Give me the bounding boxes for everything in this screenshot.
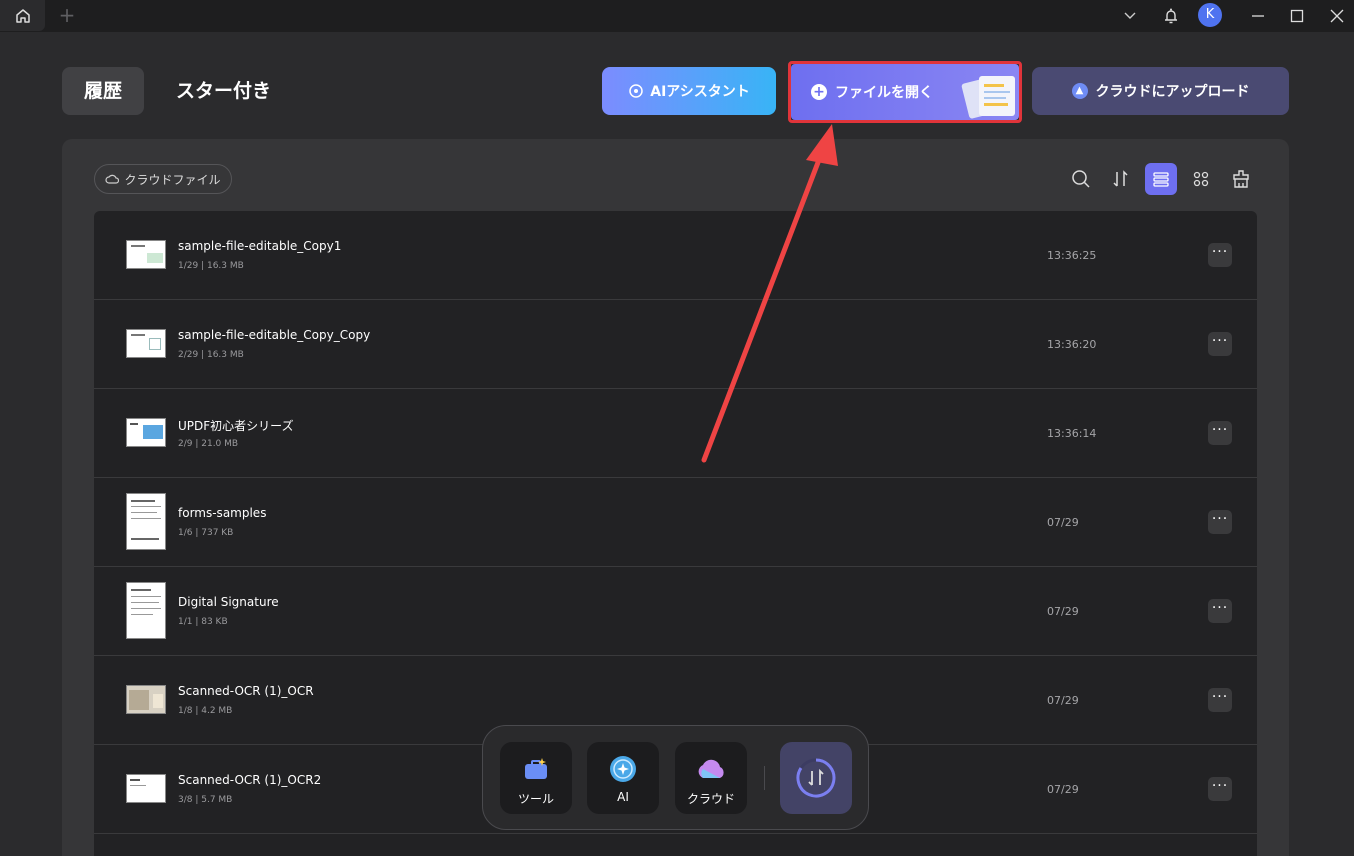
- file-name: forms-samples: [178, 506, 267, 520]
- dock-separator: [764, 766, 765, 790]
- file-thumbnail: [126, 582, 166, 639]
- file-row[interactable]: sample-file-editable_Copy1 1/29 | 16.3 M…: [94, 211, 1257, 300]
- ai-orb-icon: [610, 756, 636, 782]
- clear-history-icon[interactable]: [1225, 163, 1257, 195]
- dock-tools-button[interactable]: ツール: [500, 742, 572, 814]
- home-icon: [15, 8, 30, 23]
- file-time: 13:36:20: [1047, 338, 1097, 351]
- file-thumbnail: [126, 329, 166, 358]
- file-meta: 2/29 | 16.3 MB: [178, 350, 244, 360]
- more-options-button[interactable]: ···: [1208, 243, 1232, 267]
- file-meta: 1/29 | 16.3 MB: [178, 261, 244, 271]
- file-name: sample-file-editable_Copy_Copy: [178, 328, 371, 342]
- file-row[interactable]: Digital Signature 1/1 | 83 KB 07/29 ···: [94, 567, 1257, 656]
- grid-view-icon[interactable]: [1185, 163, 1217, 195]
- dock-cloud-button[interactable]: クラウド: [675, 742, 747, 814]
- file-thumbnail: [126, 240, 166, 269]
- sort-icon[interactable]: [1105, 163, 1137, 195]
- minimize-icon[interactable]: [1247, 5, 1269, 27]
- file-name: UPDF初心者シリーズ: [178, 419, 294, 433]
- file-row[interactable]: forms-samples 1/6 | 737 KB 07/29 ···: [94, 478, 1257, 567]
- file-meta: 1/6 | 737 KB: [178, 528, 234, 538]
- upload-to-cloud-label: クラウドにアップロード: [1095, 84, 1250, 100]
- close-icon[interactable]: [1326, 5, 1348, 27]
- file-time: 07/29: [1047, 605, 1079, 618]
- home-tab[interactable]: [0, 0, 45, 31]
- file-name: Digital Signature: [178, 595, 279, 609]
- file-thumbnail: [126, 685, 166, 714]
- dock-cloud-label: クラウド: [686, 792, 735, 806]
- file-time: 13:36:25: [1047, 249, 1097, 262]
- upload-to-cloud-button[interactable]: ▲ クラウドにアップロード: [1032, 67, 1289, 115]
- open-file-highlight-box: [788, 61, 1022, 123]
- ai-assistant-icon: [629, 84, 643, 98]
- search-icon[interactable]: [1065, 163, 1097, 195]
- tab-history[interactable]: 履歴: [62, 67, 144, 115]
- file-thumbnail: [126, 418, 166, 447]
- file-meta: 3/8 | 5.7 MB: [178, 795, 233, 805]
- dock-ai-button[interactable]: AI: [587, 742, 659, 814]
- file-meta: 2/9 | 21.0 MB: [178, 439, 239, 449]
- notification-bell-icon[interactable]: [1160, 5, 1182, 27]
- dock-tools-label: ツール: [517, 792, 554, 806]
- dock-ai-label: AI: [617, 790, 629, 804]
- file-row[interactable]: UPDF初心者シリーズ 2/9 | 21.0 MB 13:36:14 ···: [94, 389, 1257, 478]
- file-time: 07/29: [1047, 694, 1079, 707]
- more-options-button[interactable]: ···: [1208, 688, 1232, 712]
- sync-convert-icon: [796, 758, 836, 798]
- more-options-button[interactable]: ···: [1208, 332, 1232, 356]
- file-time: 07/29: [1047, 783, 1079, 796]
- file-name: sample-file-editable_Copy1: [178, 239, 342, 253]
- file-name: Scanned-OCR (1)_OCR: [178, 684, 314, 698]
- chevron-down-icon[interactable]: [1119, 5, 1141, 27]
- more-options-button[interactable]: ···: [1208, 777, 1232, 801]
- maximize-icon[interactable]: [1286, 5, 1308, 27]
- tab-starred[interactable]: スター付き: [176, 67, 271, 115]
- cloud-icon: [105, 174, 120, 184]
- list-view-icon[interactable]: [1145, 163, 1177, 195]
- upload-icon: ▲: [1071, 83, 1088, 99]
- file-meta: 1/8 | 4.2 MB: [178, 706, 233, 716]
- ai-assistant-label: AIアシスタント: [650, 84, 750, 100]
- bottom-dock: ツール AI クラウド: [482, 725, 869, 830]
- more-options-button[interactable]: ···: [1208, 421, 1232, 445]
- file-time: 07/29: [1047, 516, 1079, 529]
- file-thumbnail: [126, 774, 166, 803]
- dock-convert-button[interactable]: [780, 742, 852, 814]
- file-name: Scanned-OCR (1)_OCR2: [178, 773, 322, 787]
- file-meta: 1/1 | 83 KB: [178, 617, 228, 627]
- cloud-files-filter[interactable]: クラウドファイル: [94, 164, 232, 194]
- user-avatar[interactable]: K: [1198, 3, 1222, 27]
- file-thumbnail: [126, 493, 166, 550]
- ai-assistant-button[interactable]: AIアシスタント: [602, 67, 776, 115]
- more-options-button[interactable]: ···: [1208, 599, 1232, 623]
- file-time: 13:36:14: [1047, 427, 1097, 440]
- new-tab-button[interactable]: +: [56, 4, 78, 26]
- title-bar: + K: [0, 0, 1354, 32]
- toolbox-icon: [525, 758, 547, 779]
- more-options-button[interactable]: ···: [1208, 510, 1232, 534]
- cloud-color-icon: [698, 759, 724, 778]
- cloud-files-label: クラウドファイル: [124, 172, 221, 187]
- file-row[interactable]: sample-file-editable_Copy_Copy 2/29 | 16…: [94, 300, 1257, 389]
